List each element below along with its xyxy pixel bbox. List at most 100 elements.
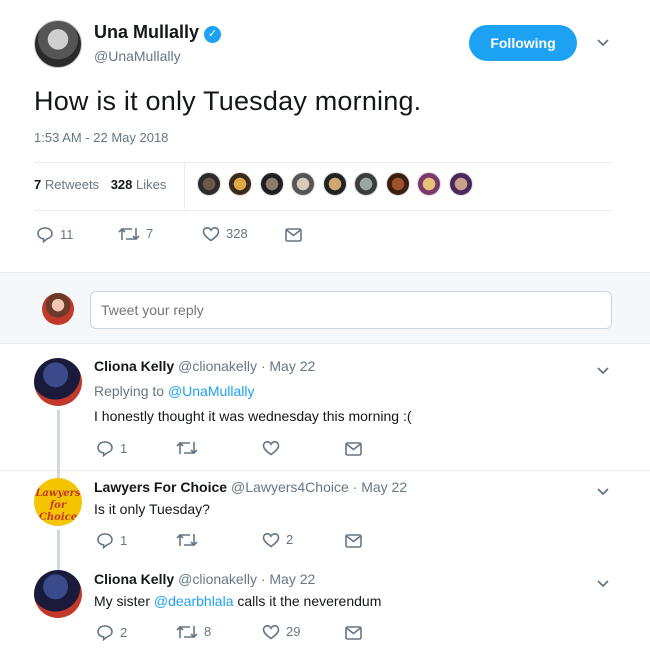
chevron-down-icon[interactable]	[597, 577, 609, 591]
liker-avatar[interactable]	[448, 172, 473, 196]
author-name[interactable]: Una Mullally ✓	[94, 22, 222, 43]
reply-author-meta[interactable]: @clionakelly · May 22	[178, 358, 315, 374]
liker-avatar[interactable]	[322, 172, 347, 196]
reply-tweet[interactable]: Lawyers for Choice Lawyers For Choice @La…	[0, 470, 650, 562]
reply-count: 2	[120, 625, 128, 640]
heart-icon	[262, 440, 280, 456]
reply-header: Cliona Kelly @clionakelly · May 22	[94, 358, 315, 374]
reply-author-name[interactable]: Lawyers For Choice	[94, 479, 227, 495]
like-action[interactable]: 328	[202, 226, 248, 242]
liker-avatar[interactable]	[385, 172, 410, 196]
reply-text-prefix: My sister	[94, 593, 154, 609]
reply-icon	[97, 533, 113, 550]
retweet-icon	[118, 227, 140, 241]
likes-label[interactable]: Likes	[136, 177, 166, 192]
liker-avatar[interactable]	[354, 172, 379, 196]
retweet-count: 7	[146, 226, 154, 241]
envelope-icon	[285, 228, 302, 242]
reply-icon	[97, 441, 113, 458]
like-action[interactable]: 29	[262, 624, 300, 640]
reply-count: 1	[120, 533, 128, 548]
retweet-icon	[176, 533, 198, 547]
reply-action[interactable]: 2	[96, 624, 128, 642]
like-action[interactable]: 2	[262, 532, 293, 548]
reply-text: I honestly thought it was wednesday this…	[94, 408, 412, 424]
tweet-text: How is it only Tuesday morning.	[34, 86, 422, 116]
envelope-icon	[345, 534, 362, 548]
reply-author-avatar[interactable]: Lawyers for Choice	[34, 478, 82, 526]
like-count: 2	[286, 532, 294, 547]
reply-author-avatar[interactable]	[34, 358, 82, 406]
divider	[184, 163, 185, 209]
likers-avatars	[197, 172, 476, 200]
dm-action[interactable]	[285, 226, 308, 242]
replying-to: Replying to @UnaMullally	[94, 383, 255, 399]
reply-author-meta[interactable]: @clionakelly · May 22	[178, 571, 315, 587]
reply-count: 11	[60, 227, 74, 242]
chevron-down-icon[interactable]	[597, 364, 609, 378]
divider	[34, 162, 612, 163]
retweet-action[interactable]	[176, 440, 204, 456]
following-button[interactable]: Following	[469, 25, 577, 61]
author-name-text[interactable]: Una Mullally	[94, 22, 199, 42]
reply-action[interactable]: 11	[36, 226, 74, 244]
liker-avatar[interactable]	[291, 172, 316, 196]
heart-icon	[202, 226, 220, 242]
retweet-action[interactable]: 7	[118, 226, 153, 242]
reply-author-meta[interactable]: @Lawyers4Choice · May 22	[231, 479, 407, 495]
verified-badge-icon: ✓	[204, 26, 222, 43]
current-user-avatar	[42, 293, 74, 325]
author-avatar[interactable]	[34, 20, 82, 68]
retweet-icon	[176, 625, 198, 639]
replying-to-handle[interactable]: @UnaMullally	[168, 383, 255, 399]
retweet-action[interactable]	[176, 532, 204, 548]
chevron-down-icon[interactable]	[597, 36, 609, 50]
thread-line	[57, 562, 60, 570]
envelope-icon	[345, 626, 362, 640]
dm-action[interactable]	[345, 440, 368, 456]
reply-action[interactable]: 1	[96, 532, 128, 550]
like-count: 328	[226, 226, 248, 241]
thread-line	[57, 530, 60, 562]
thread-line	[57, 470, 60, 478]
avatar-logo-text: Lawyers for Choice	[35, 488, 81, 523]
reply-text: My sister @dearbhlala calls it the never…	[94, 593, 381, 609]
liker-avatar[interactable]	[259, 172, 284, 196]
reply-tweet[interactable]: Cliona Kelly @clionakelly · May 22 My sis…	[0, 562, 650, 650]
author-handle[interactable]: @UnaMullally	[94, 48, 181, 64]
liker-avatar[interactable]	[228, 172, 253, 196]
retweets-count[interactable]: 7	[34, 177, 41, 192]
reply-header: Lawyers For Choice @Lawyers4Choice · May …	[94, 479, 407, 495]
dm-action[interactable]	[345, 624, 368, 640]
likes-count[interactable]: 328	[111, 177, 133, 192]
reply-tweet[interactable]: Cliona Kelly @clionakelly · May 22 Replyi…	[0, 344, 650, 470]
like-count: 29	[286, 624, 301, 639]
mention-link[interactable]: @dearbhlala	[154, 593, 234, 609]
liker-avatar[interactable]	[197, 172, 221, 196]
dm-action[interactable]	[345, 532, 368, 548]
reply-author-name[interactable]: Cliona Kelly	[94, 358, 174, 374]
like-action[interactable]	[262, 440, 286, 456]
replying-to-label: Replying to	[94, 383, 165, 399]
reply-author-name[interactable]: Cliona Kelly	[94, 571, 174, 587]
reply-input[interactable]	[90, 291, 612, 329]
heart-icon	[262, 624, 280, 640]
retweet-action[interactable]: 8	[176, 624, 211, 640]
reply-author-avatar[interactable]	[34, 570, 82, 618]
reply-header: Cliona Kelly @clionakelly · May 22	[94, 571, 315, 587]
heart-icon	[262, 532, 280, 548]
reply-icon	[97, 625, 113, 642]
tweet-stats: 7 Retweets 328 Likes	[34, 177, 166, 192]
reply-icon	[37, 227, 53, 244]
retweet-count: 8	[204, 624, 212, 639]
divider	[34, 210, 612, 211]
reply-action[interactable]: 1	[96, 440, 128, 458]
thread-line	[57, 410, 60, 470]
liker-avatar[interactable]	[417, 172, 442, 196]
reply-text-suffix: calls it the neverendum	[233, 593, 382, 609]
tweet-timestamp[interactable]: 1:53 AM - 22 May 2018	[34, 130, 168, 145]
reply-count: 1	[120, 441, 128, 456]
chevron-down-icon[interactable]	[597, 485, 609, 499]
retweet-icon	[176, 441, 198, 455]
retweets-label[interactable]: Retweets	[45, 177, 99, 192]
